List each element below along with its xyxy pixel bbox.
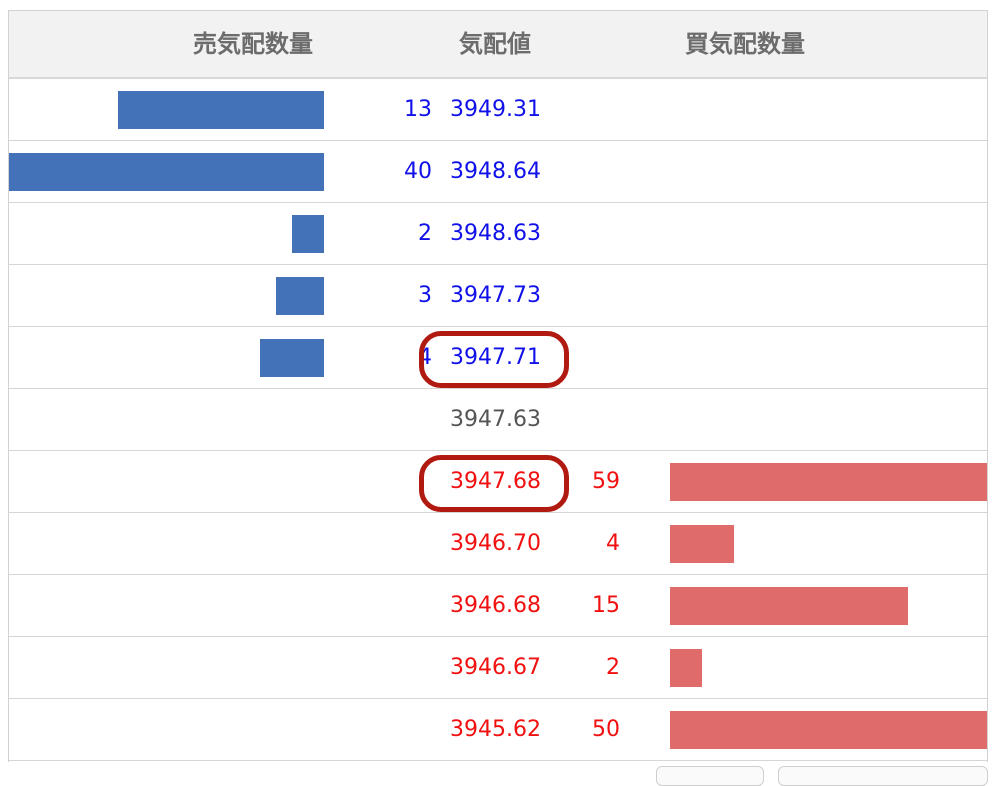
ask-qty: 3 (418, 283, 432, 308)
ask-row: 3 3947.73 (9, 265, 987, 327)
bid-price: 3946.67 (450, 655, 541, 680)
bid-row: 3947.68 59 (9, 451, 987, 513)
bid-price: 3946.70 (450, 531, 541, 556)
order-rows: 13 3949.31 40 3948.64 2 3948.63 3 3947.7… (9, 79, 987, 761)
ask-price: 3947.71 (450, 345, 541, 370)
bid-qty-bar (670, 587, 908, 625)
bid-row: 3946.67 2 (9, 637, 987, 699)
mid-price-row: 3947.63 (9, 389, 987, 451)
bid-qty-bar (670, 463, 987, 501)
price-header: 気配値 (459, 30, 531, 58)
bid-qty: 2 (606, 655, 620, 680)
ask-qty-bar (276, 277, 324, 315)
ask-row: 40 3948.64 (9, 141, 987, 203)
ask-qty: 40 (404, 159, 432, 184)
footer-button[interactable] (778, 766, 988, 786)
ask-qty-header: 売気配数量 (193, 30, 313, 58)
ask-qty-bar (260, 339, 324, 377)
bid-qty-bar (670, 525, 734, 563)
ask-qty: 13 (404, 97, 432, 122)
bid-qty-header: 買気配数量 (685, 30, 805, 58)
ask-row: 2 3948.63 (9, 203, 987, 265)
footer-button[interactable] (656, 766, 764, 786)
ask-qty-bar (9, 153, 324, 191)
bid-price: 3946.68 (450, 593, 541, 618)
ask-qty: 2 (418, 221, 432, 246)
bid-price: 3947.68 (450, 469, 541, 494)
bid-price: 3945.62 (450, 717, 541, 742)
ask-qty-bar (118, 91, 324, 129)
order-book-table: 売気配数量 気配値 買気配数量 13 3949.31 40 3948.64 2 … (8, 10, 988, 762)
bid-row: 3945.62 50 (9, 699, 987, 761)
ask-price: 3949.31 (450, 97, 541, 122)
ask-price: 3948.63 (450, 221, 541, 246)
ask-row: 13 3949.31 (9, 79, 987, 141)
bid-qty: 4 (606, 531, 620, 556)
ask-row: 4 3947.71 (9, 327, 987, 389)
table-header: 売気配数量 気配値 買気配数量 (9, 11, 987, 79)
bid-qty: 50 (592, 717, 620, 742)
ask-qty-bar (292, 215, 324, 253)
bid-row: 3946.70 4 (9, 513, 987, 575)
bid-qty: 59 (592, 469, 620, 494)
bid-qty-bar (670, 711, 987, 749)
ask-price: 3947.73 (450, 283, 541, 308)
bid-qty: 15 (592, 593, 620, 618)
bid-qty-bar (670, 649, 702, 687)
ask-price: 3948.64 (450, 159, 541, 184)
bid-row: 3946.68 15 (9, 575, 987, 637)
mid-price: 3947.63 (450, 407, 541, 432)
ask-qty: 4 (418, 345, 432, 370)
